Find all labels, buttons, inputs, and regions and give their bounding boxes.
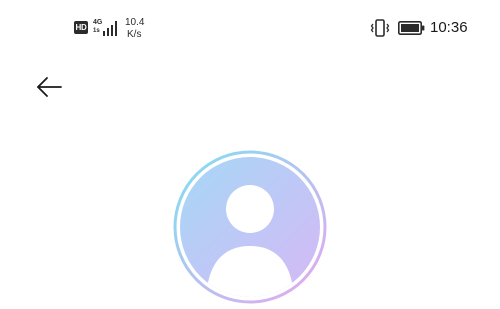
network-speed-value: 10.4 (125, 17, 145, 28)
arrow-left-icon (37, 77, 62, 97)
user-avatar-icon (173, 150, 327, 304)
battery-icon (398, 21, 425, 35)
vibrate-icon (370, 19, 390, 37)
network-sub-label: 1s (93, 28, 100, 34)
status-clock: 10:36 (430, 19, 468, 36)
signal-bars-icon (100, 18, 120, 36)
hd-icon: HD (74, 21, 88, 34)
back-button[interactable] (32, 70, 68, 106)
profile-avatar[interactable] (173, 150, 327, 304)
network-speed: 10.4 K/s (125, 17, 144, 41)
network-speed-unit: K/s (127, 29, 142, 40)
status-bar: HD 4G 1s 10.4 K/s 10:36 (0, 0, 500, 58)
